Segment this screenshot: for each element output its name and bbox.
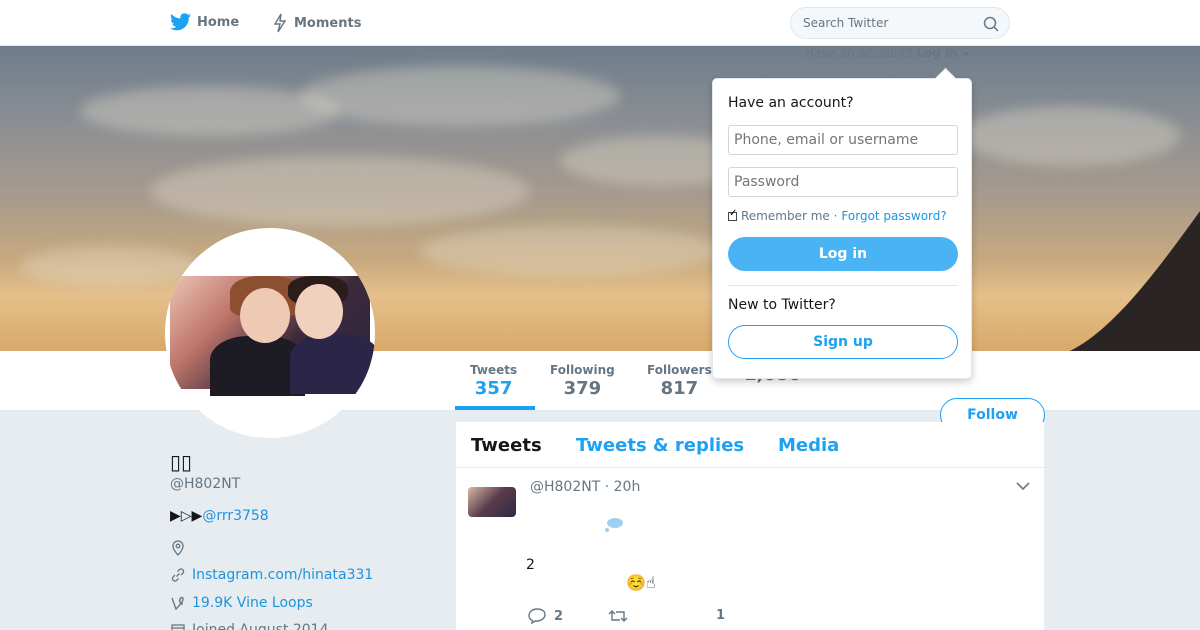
hill-silhouette xyxy=(1070,211,1200,351)
stat-following[interactable]: Following 379 xyxy=(550,363,615,399)
login-dropdown: Have an account? Remember me · Forgot pa… xyxy=(712,78,972,379)
link-icon xyxy=(171,568,185,582)
nav-moments-label: Moments xyxy=(294,15,362,31)
top-navigation: Home Moments Search Twitter xyxy=(0,0,1200,46)
timeline-tabs: Tweets Tweets & replies Media xyxy=(456,422,1044,468)
profile-bio: ▶▷▶@rrr3758 xyxy=(170,508,269,524)
login-prompt: Have an account? xyxy=(805,46,913,60)
profile-website[interactable]: Instagram.com/hinata331 xyxy=(170,567,373,583)
tab-tweets[interactable]: Tweets xyxy=(471,435,542,456)
bio-mention-link[interactable]: @rrr3758 xyxy=(202,508,268,524)
active-stat-underline xyxy=(455,406,535,410)
vine-loops-link[interactable]: 19.9K Vine Loops xyxy=(192,595,313,611)
search-placeholder: Search Twitter xyxy=(803,16,889,30)
nav-home-label: Home xyxy=(197,14,240,30)
joined-date: Joined August 2014 xyxy=(192,622,329,630)
reply-icon xyxy=(528,608,546,624)
stat-following-label: Following xyxy=(550,363,615,377)
like-count: 1 xyxy=(716,608,726,623)
username-field[interactable] xyxy=(728,125,958,155)
stat-followers-value: 817 xyxy=(660,378,699,399)
reply-action[interactable]: 2 xyxy=(528,608,563,624)
signup-button[interactable]: Sign up xyxy=(728,325,958,359)
profile-location xyxy=(170,540,192,556)
twitter-bird-icon xyxy=(170,13,191,31)
lightning-icon xyxy=(273,13,287,33)
remember-checkbox[interactable] xyxy=(728,208,737,221)
new-to-twitter-label: New to Twitter? xyxy=(728,297,836,313)
search-icon[interactable] xyxy=(983,16,999,32)
stat-followers-label: Followers xyxy=(647,363,712,377)
timeline: Tweets Tweets & replies Media @H802NT · … xyxy=(456,422,1044,630)
nav-moments[interactable]: Moments xyxy=(272,13,361,33)
login-button[interactable]: Log in xyxy=(728,237,958,271)
profile-handle[interactable]: @H802NT xyxy=(170,476,240,492)
retweet-icon xyxy=(608,610,628,622)
login-menu[interactable]: Have an account? Log in xyxy=(805,46,970,60)
profile-name: ▯▯ xyxy=(170,450,193,474)
reply-count: 2 xyxy=(554,608,564,624)
bio-prefix: ▶▷▶ xyxy=(170,508,203,524)
nav-home[interactable]: Home xyxy=(170,13,239,31)
like-action[interactable]: 1 xyxy=(716,608,725,623)
tweet-text-number: 2 xyxy=(526,557,535,573)
stat-tweets-value: 357 xyxy=(474,378,513,399)
remember-label: Remember me · xyxy=(741,209,838,223)
forgot-password-link[interactable]: Forgot password? xyxy=(841,209,946,223)
caret-down-icon xyxy=(961,52,970,56)
login-link[interactable]: Log in xyxy=(916,46,957,60)
profile-joined: Joined August 2014 xyxy=(170,622,328,630)
profile-avatar[interactable] xyxy=(165,228,375,438)
password-field[interactable] xyxy=(728,167,958,197)
website-link[interactable]: Instagram.com/hinata331 xyxy=(192,567,373,583)
profile-vine[interactable]: 19.9K Vine Loops xyxy=(170,595,313,611)
stat-followers[interactable]: Followers 817 xyxy=(647,363,712,399)
tweet-emoji: ☺️☝ xyxy=(626,573,656,592)
chevron-down-icon[interactable] xyxy=(1016,481,1030,491)
tab-media[interactable]: Media xyxy=(778,435,839,456)
vine-icon xyxy=(171,596,184,611)
tweet-avatar[interactable] xyxy=(468,487,516,517)
stat-tweets-label: Tweets xyxy=(470,363,518,377)
tweet-meta[interactable]: @H802NT · 20h xyxy=(530,479,640,495)
calendar-icon xyxy=(171,624,185,630)
dropdown-title: Have an account? xyxy=(728,95,854,111)
dropdown-divider xyxy=(728,285,958,286)
tweet-item[interactable]: @H802NT · 20h 2 ☺️☝ 2 1 xyxy=(456,469,1044,630)
remember-row: Remember me · Forgot password? xyxy=(728,208,947,223)
stat-following-value: 379 xyxy=(563,378,602,399)
retweet-action[interactable] xyxy=(608,608,636,624)
thought-bubble-icon xyxy=(605,518,623,532)
stat-tweets[interactable]: Tweets 357 xyxy=(470,363,517,399)
avatar-photo xyxy=(170,276,375,396)
location-pin-icon xyxy=(172,540,184,556)
tab-tweets-replies[interactable]: Tweets & replies xyxy=(576,435,744,456)
search-input[interactable]: Search Twitter xyxy=(790,7,1010,39)
